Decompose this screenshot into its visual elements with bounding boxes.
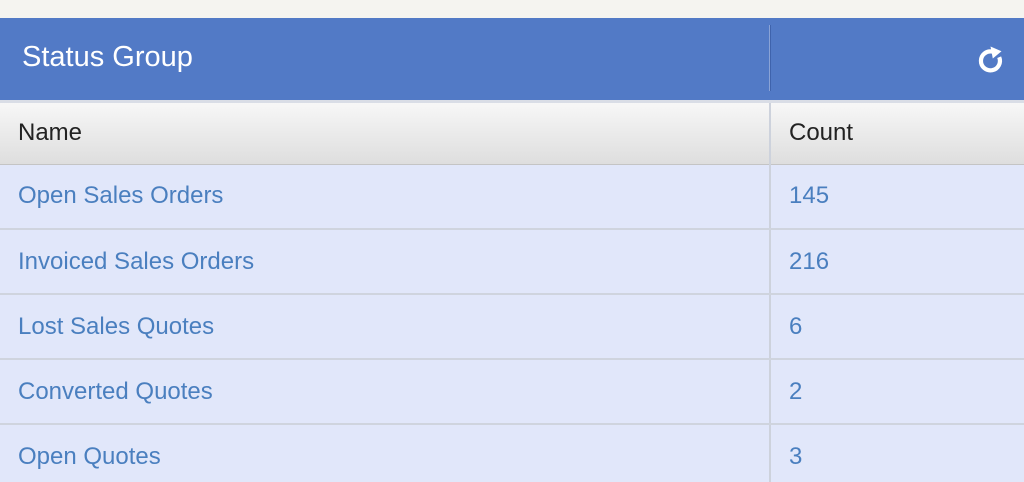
row-name-link[interactable]: Invoiced Sales Orders: [18, 248, 254, 275]
row-name-cell: Converted Quotes: [0, 359, 771, 425]
table-row: Open Sales Orders 145: [0, 164, 1024, 230]
panel-header: Status Group: [0, 18, 1024, 103]
row-name-cell: Open Sales Orders: [0, 164, 771, 230]
table-row: Converted Quotes 2: [0, 359, 1024, 425]
row-count-cell: 145: [770, 164, 1024, 230]
refresh-icon: [978, 46, 1002, 73]
row-name-cell: Invoiced Sales Orders: [0, 229, 771, 295]
table-row: Invoiced Sales Orders 216: [0, 229, 1024, 295]
column-header-count[interactable]: Count: [770, 103, 1024, 165]
row-name-link[interactable]: Lost Sales Quotes: [18, 313, 214, 340]
row-name-link[interactable]: Open Sales Orders: [18, 182, 223, 209]
table-row: Open Quotes 3: [0, 424, 1024, 482]
row-count-cell: 3: [770, 424, 1024, 482]
row-name-cell: Lost Sales Quotes: [0, 294, 771, 360]
table-header-row: Name Count: [0, 103, 1024, 165]
header-divider: [769, 25, 771, 91]
row-name-cell: Open Quotes: [0, 424, 771, 482]
row-count-cell: 2: [770, 359, 1024, 425]
row-name-link[interactable]: Converted Quotes: [18, 378, 213, 405]
panel-title: Status Group: [22, 41, 193, 73]
status-group-panel: Status Group Name Count Open Sales Order…: [0, 18, 1024, 482]
column-header-name[interactable]: Name: [0, 103, 771, 165]
row-name-link[interactable]: Open Quotes: [18, 443, 161, 470]
refresh-button[interactable]: [974, 44, 1008, 78]
row-count-cell: 216: [770, 229, 1024, 295]
top-strip: [0, 0, 1024, 18]
table-row: Lost Sales Quotes 6: [0, 294, 1024, 360]
row-count-cell: 6: [770, 294, 1024, 360]
status-table: Name Count Open Sales Orders 145 Invoice…: [0, 103, 1024, 482]
